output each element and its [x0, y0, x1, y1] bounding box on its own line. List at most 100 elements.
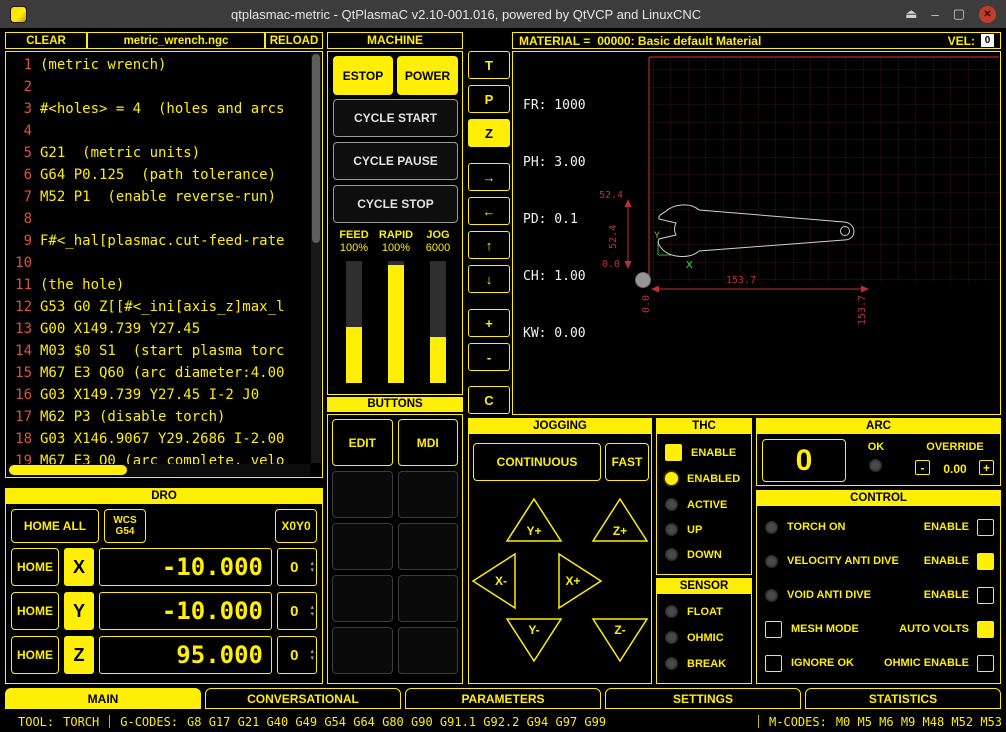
reload-button[interactable]: RELOAD — [265, 32, 323, 49]
home-z-button[interactable]: HOME — [11, 636, 59, 674]
jog-continuous-button[interactable]: CONTINUOUS — [473, 443, 601, 481]
mesh-mode-checkbox[interactable] — [765, 621, 782, 638]
clear-view-button[interactable]: C — [468, 386, 510, 414]
velocity-anti-dive-enable-checkbox[interactable] — [977, 553, 994, 570]
rollup-icon[interactable]: ⏏ — [905, 6, 917, 22]
feed-override-slider[interactable] — [346, 261, 362, 383]
tab-main[interactable]: MAIN — [5, 688, 201, 709]
jog-fast-button[interactable]: FAST — [605, 443, 649, 481]
pan-up-button[interactable]: ↑ — [468, 231, 510, 259]
qtplasmac-window: qtplasmac-metric - QtPlasmaC v2.10-001.0… — [0, 0, 1006, 732]
tab-settings[interactable]: SETTINGS — [605, 688, 801, 709]
mcodes-label: M-CODES: — [769, 715, 827, 729]
jog-y-minus-button[interactable]: Y- — [505, 617, 563, 663]
user-button[interactable] — [398, 627, 459, 674]
preview-canvas[interactable]: Y X 52.4 52.4 0.0 0.0 153.7 153.7 — [513, 52, 1000, 414]
spin-down-icon[interactable]: ▾ — [310, 611, 314, 618]
arc-header: ARC — [757, 419, 1000, 434]
user-button[interactable] — [398, 471, 459, 518]
user-buttons-grid: EDIT MDI — [328, 415, 462, 678]
gcode-line: 19M67 E3 Q0 (arc complete, velo — [8, 450, 310, 464]
wcs-button[interactable]: WCS G54 — [104, 509, 146, 543]
gcode-vertical-scroll-thumb[interactable] — [312, 54, 320, 243]
jog-x-plus-button[interactable]: X+ — [557, 552, 603, 610]
cycle-stop-button[interactable]: CYCLE STOP — [333, 185, 458, 223]
user-button[interactable] — [398, 523, 459, 570]
pan-right-button[interactable]: → — [468, 163, 510, 191]
gcode-listing[interactable]: 1(metric wrench) 2 3#<holes> = 4 (holes … — [8, 54, 310, 464]
user-button[interactable] — [332, 471, 393, 518]
ignore-ok-checkbox[interactable] — [765, 655, 782, 672]
material-value[interactable]: 00000: Basic default Material — [597, 34, 761, 48]
gcode-preview[interactable]: Y X 52.4 52.4 0.0 0.0 153.7 153.7 FR: 10… — [512, 51, 1001, 415]
close-icon[interactable]: ✕ — [979, 6, 996, 23]
jog-x-minus-label: X- — [495, 574, 507, 588]
jog-y-plus-button[interactable]: Y+ — [505, 497, 563, 543]
zoom-in-button[interactable]: + — [468, 309, 510, 337]
cycle-start-button[interactable]: CYCLE START — [333, 99, 458, 137]
joint-select-y[interactable]: 0 ▴▾ — [277, 592, 317, 630]
gcode-horizontal-scrollbar[interactable] — [7, 464, 310, 476]
jog-override-slider[interactable] — [430, 261, 446, 383]
minimize-icon[interactable]: – — [931, 7, 938, 22]
user-button[interactable] — [332, 627, 393, 674]
view-z-button[interactable]: Z — [468, 119, 510, 147]
jog-z-minus-button[interactable]: Z- — [591, 617, 649, 663]
ohmic-enable-checkbox[interactable] — [977, 655, 994, 672]
joint-select-x[interactable]: 0 ▴▾ — [277, 548, 317, 586]
arc-override-minus-button[interactable]: - — [915, 460, 930, 475]
gcode-vertical-scrollbar[interactable] — [311, 53, 321, 463]
spin-up-icon[interactable]: ▴ — [310, 560, 314, 567]
gcode-line-number: 3 — [8, 98, 32, 120]
axis-letter-y: Y — [64, 592, 94, 630]
joint-select-z[interactable]: 0 ▴▾ — [277, 636, 317, 674]
user-buttons-panel: EDIT MDI — [327, 414, 463, 684]
user-button[interactable] — [332, 575, 393, 622]
spin-down-icon[interactable]: ▾ — [310, 655, 314, 662]
rapid-override-slider[interactable] — [388, 261, 404, 383]
sensor-float-row: FLOAT — [665, 605, 723, 618]
gcode-line-text: G00 X149.739 Y27.45 — [40, 321, 200, 337]
pan-left-button[interactable]: ← — [468, 197, 510, 225]
jog-override-value: 6000 — [418, 242, 458, 254]
torch-enable-checkbox[interactable] — [977, 519, 994, 536]
tab-statistics[interactable]: STATISTICS — [805, 688, 1001, 709]
estop-button[interactable]: ESTOP — [333, 56, 393, 95]
gcode-line-text: (metric wrench) — [40, 57, 166, 73]
user-button[interactable] — [398, 575, 459, 622]
jog-x-minus-button[interactable]: X- — [471, 552, 517, 610]
torch-on-label: TORCH ON — [787, 521, 845, 533]
pan-down-button[interactable]: ↓ — [468, 265, 510, 293]
gcode-viewer[interactable]: 1(metric wrench) 2 3#<holes> = 4 (holes … — [5, 51, 323, 478]
spin-down-icon[interactable]: ▾ — [310, 567, 314, 574]
zero-xy-button[interactable]: X0Y0 — [275, 509, 317, 543]
spin-up-icon[interactable]: ▴ — [310, 648, 314, 655]
tab-conversational[interactable]: CONVERSATIONAL — [205, 688, 401, 709]
user-button[interactable]: EDIT — [332, 419, 393, 466]
view-top-button[interactable]: T — [468, 51, 510, 79]
maximize-icon[interactable]: ▢ — [953, 6, 965, 22]
dro-value-z: 95.000 — [99, 636, 272, 674]
titlebar: qtplasmac-metric - QtPlasmaC v2.10-001.0… — [0, 0, 1006, 28]
gcode-line-text: G53 G0 Z[[#<_ini[axis_z]max_l — [40, 299, 284, 315]
void-anti-dive-enable-checkbox[interactable] — [977, 587, 994, 604]
view-perspective-button[interactable]: P — [468, 85, 510, 113]
cycle-pause-button[interactable]: CYCLE PAUSE — [333, 142, 458, 180]
auto-volts-checkbox[interactable] — [977, 621, 994, 638]
power-button[interactable]: POWER — [397, 56, 458, 95]
tab-parameters[interactable]: PARAMETERS — [405, 688, 601, 709]
home-all-button[interactable]: HOME ALL — [11, 509, 99, 543]
thc-enable-checkbox[interactable] — [665, 444, 682, 461]
spin-up-icon[interactable]: ▴ — [310, 604, 314, 611]
zoom-out-button[interactable]: - — [468, 343, 510, 371]
arc-override-plus-button[interactable]: + — [979, 460, 994, 475]
clear-button[interactable]: CLEAR — [5, 32, 87, 49]
home-y-button[interactable]: HOME — [11, 592, 59, 630]
home-x-button[interactable]: HOME — [11, 548, 59, 586]
gcode-horizontal-scroll-thumb[interactable] — [9, 465, 127, 475]
gcode-line-text: (the hole) — [40, 277, 124, 293]
thc-active-led — [665, 498, 678, 511]
user-button[interactable] — [332, 523, 393, 570]
user-button[interactable]: MDI — [398, 419, 459, 466]
jog-z-plus-button[interactable]: Z+ — [591, 497, 649, 543]
